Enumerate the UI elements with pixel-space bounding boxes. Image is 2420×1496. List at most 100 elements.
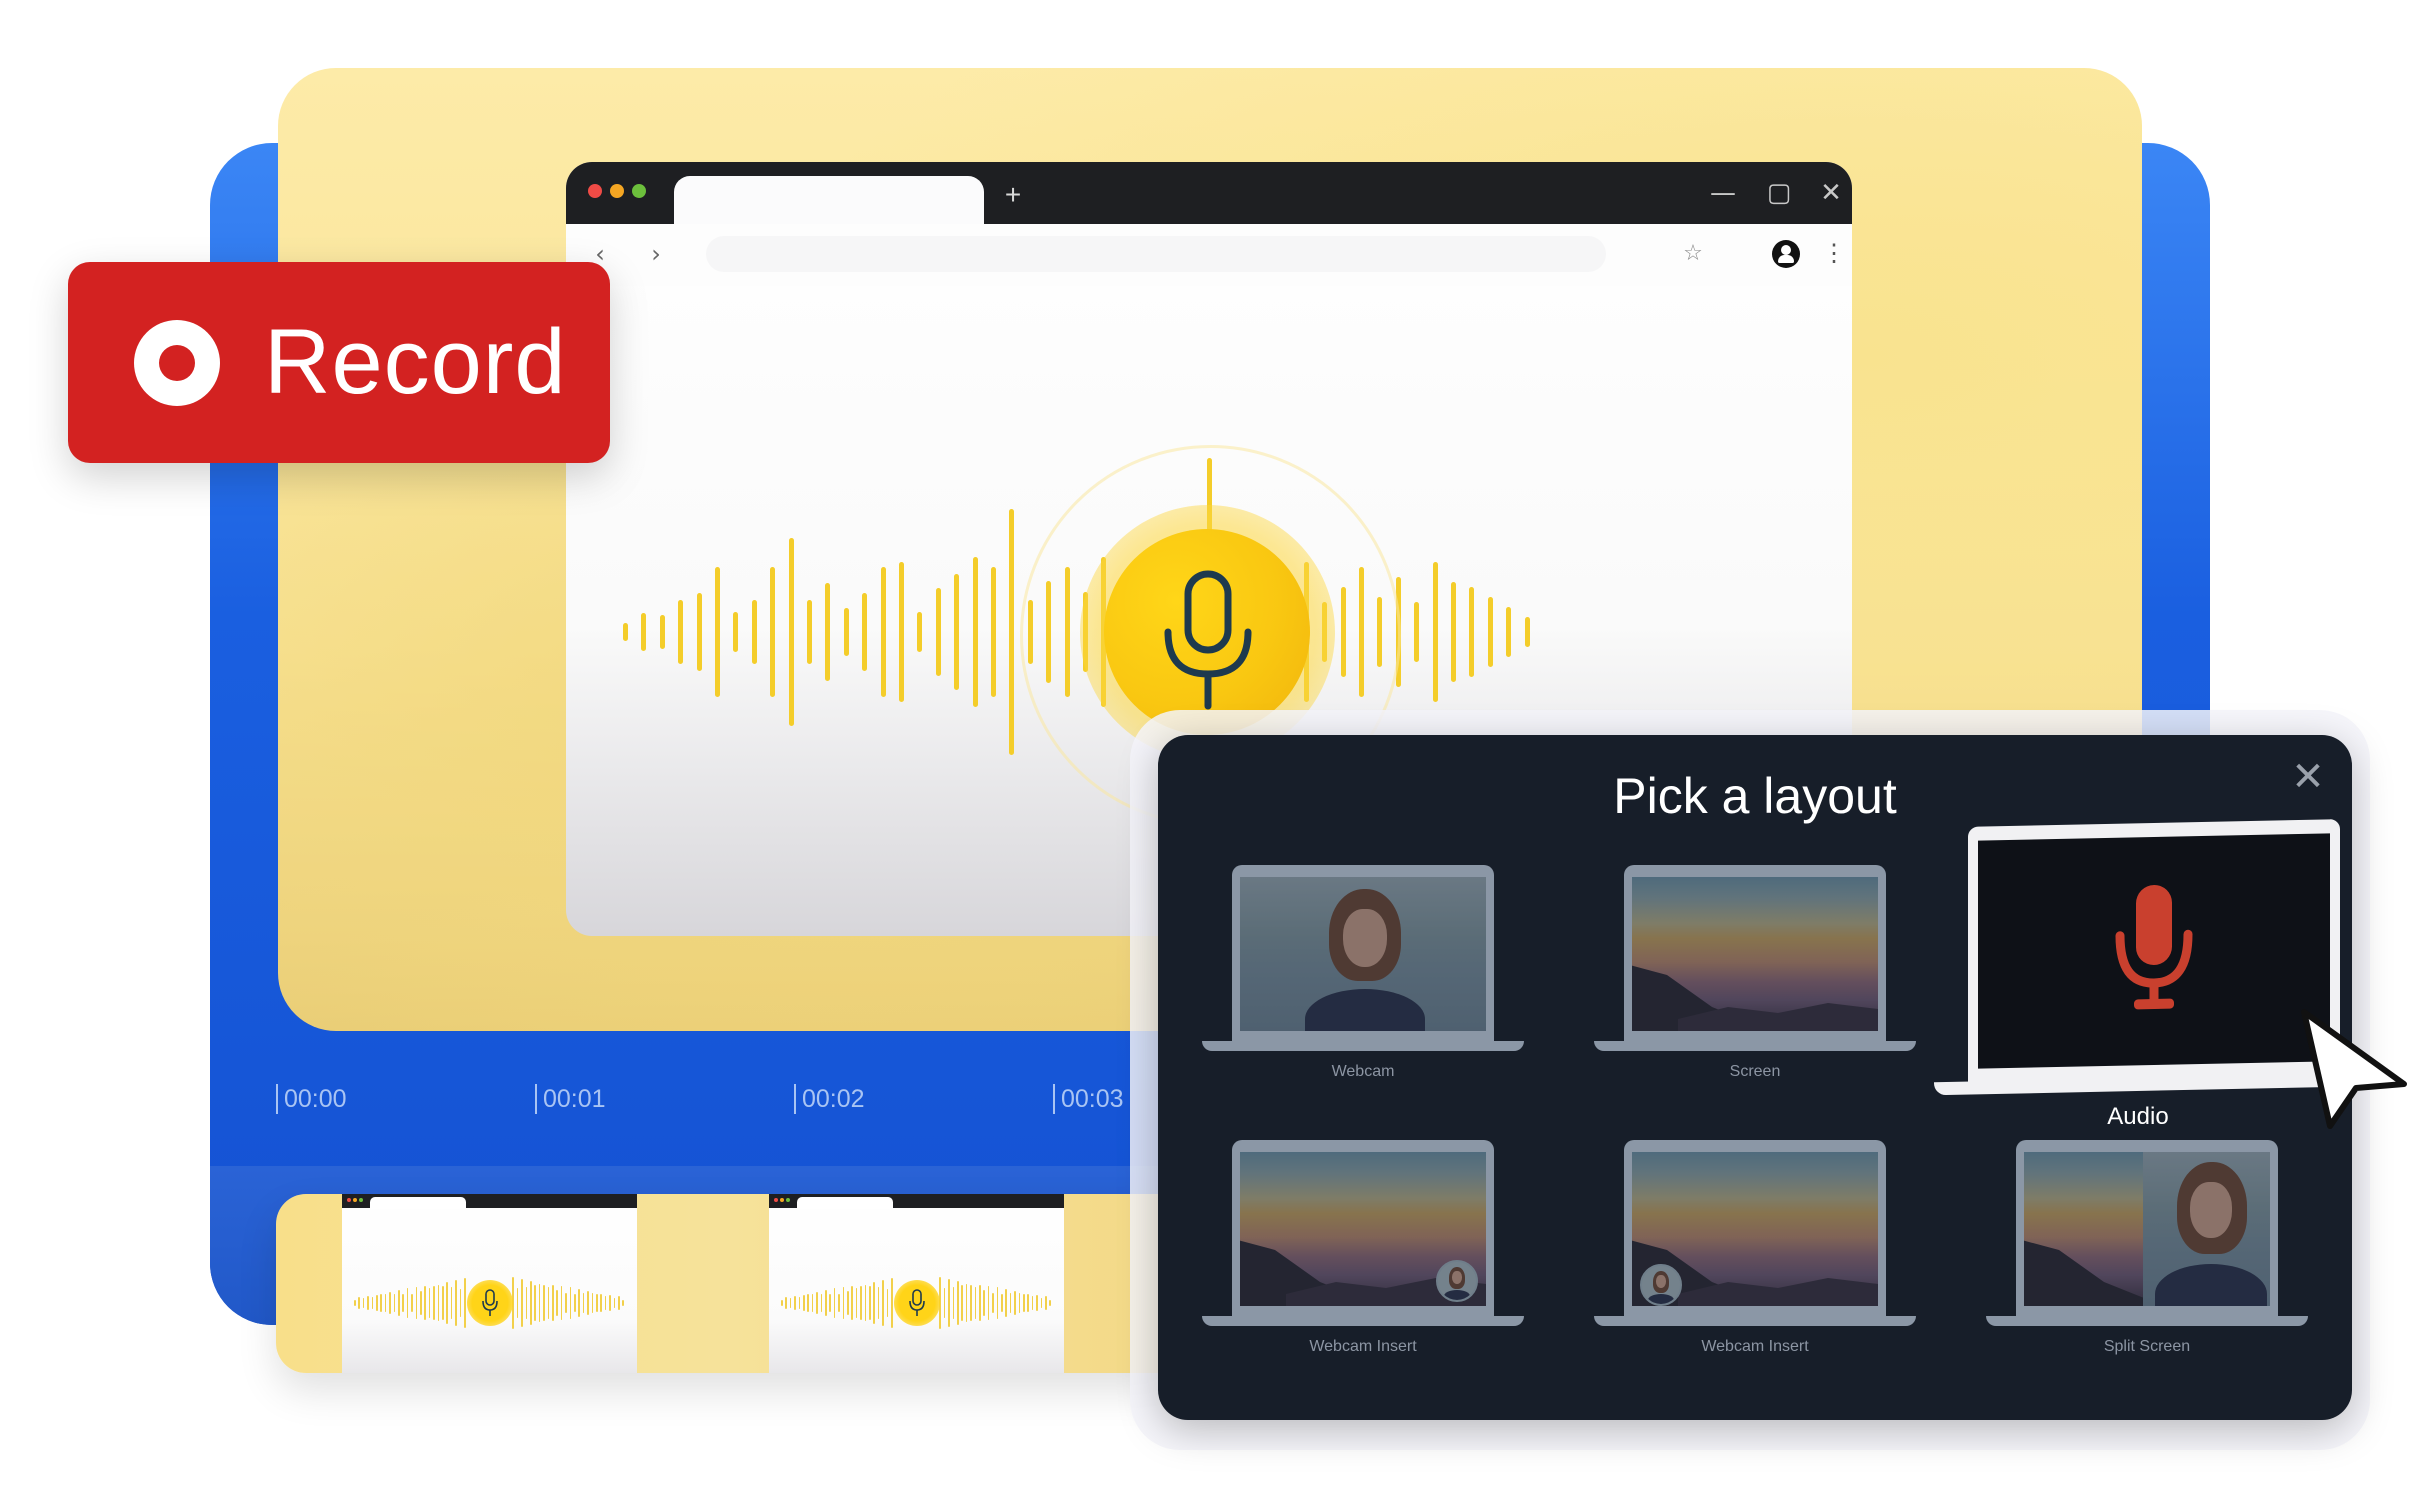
waveform-bar bbox=[788, 538, 794, 726]
timeline-frame-thumbnail[interactable] bbox=[769, 1194, 1064, 1373]
maximize-window-icon[interactable]: ▢ bbox=[1762, 176, 1796, 210]
thumb-waveform-bar bbox=[552, 1285, 554, 1321]
thumb-waveform-bar bbox=[869, 1286, 871, 1320]
thumb-waveform-bar bbox=[1040, 1298, 1043, 1308]
close-window-icon[interactable]: ✕ bbox=[1814, 176, 1848, 210]
thumb-waveform-bar bbox=[807, 1294, 809, 1312]
audio-preview bbox=[1978, 833, 2330, 1069]
thumb-waveform-bar bbox=[794, 1295, 796, 1311]
modal-title: Pick a layout bbox=[1613, 768, 1897, 824]
layout-label: Webcam Insert bbox=[1309, 1338, 1417, 1355]
timeline-tick[interactable]: 00:00 bbox=[276, 1084, 347, 1114]
thumb-waveform-bar bbox=[622, 1299, 624, 1307]
timeline-thumbnail-strip[interactable] bbox=[276, 1194, 1176, 1373]
timeline-tick[interactable]: 00:02 bbox=[794, 1084, 865, 1114]
thumb-waveform-bar bbox=[582, 1293, 585, 1313]
waveform-bar bbox=[899, 562, 904, 702]
thumb-waveform-bar bbox=[1049, 1299, 1051, 1307]
thumb-waveform-bar bbox=[402, 1294, 404, 1312]
profile-avatar-icon[interactable] bbox=[1772, 240, 1800, 268]
thumb-waveform-bar bbox=[354, 1300, 356, 1306]
thumb-waveform-bar bbox=[433, 1285, 435, 1321]
browser-menu-icon[interactable]: ⋮ bbox=[1822, 238, 1846, 270]
timeline-frame-thumbnail[interactable] bbox=[342, 1194, 637, 1373]
laptop-lid bbox=[1232, 1140, 1494, 1318]
thumb-waveform-bar bbox=[847, 1290, 849, 1316]
zoom-dot-icon[interactable] bbox=[632, 184, 646, 198]
thumb-waveform-bar bbox=[1009, 1293, 1012, 1313]
thumb-waveform-bar bbox=[948, 1278, 950, 1328]
thumb-waveform-bar bbox=[530, 1281, 532, 1325]
waveform-bar bbox=[843, 608, 849, 656]
thumb-waveform-bar bbox=[411, 1293, 413, 1313]
minimize-window-icon[interactable]: — bbox=[1706, 176, 1740, 210]
thumb-waveform-bar bbox=[992, 1293, 994, 1313]
microphone-icon bbox=[1164, 570, 1252, 710]
waveform-bar bbox=[880, 567, 886, 697]
waveform-bar bbox=[1524, 617, 1530, 647]
thumb-waveform-bar bbox=[825, 1290, 827, 1316]
minimize-dot-icon[interactable] bbox=[610, 184, 624, 198]
layout-option-audio[interactable]: Audio bbox=[1934, 819, 2354, 1130]
waveform-bar bbox=[917, 612, 923, 652]
layout-label: Webcam Insert bbox=[1701, 1338, 1809, 1355]
timeline-tick[interactable]: 00:03 bbox=[1053, 1084, 1124, 1114]
layout-picker-modal: Pick a layout ✕ Webcam Screen Audio Webc… bbox=[1158, 735, 2352, 1420]
thumb-waveform-bar bbox=[556, 1290, 558, 1316]
thumb-waveform-bar bbox=[974, 1287, 977, 1319]
thumb-waveform-bar bbox=[415, 1286, 418, 1320]
browser-toolbar: ‹ › ☆ ⋮ bbox=[566, 224, 1852, 286]
address-bar[interactable] bbox=[706, 236, 1606, 272]
thumb-waveform-bar bbox=[516, 1288, 519, 1318]
close-icon[interactable]: ✕ bbox=[2288, 757, 2328, 797]
layout-option-webcam-insert[interactable]: Webcam Insert bbox=[1594, 1140, 1924, 1370]
thumb-waveform-bar bbox=[864, 1284, 867, 1322]
thumb-waveform-bar bbox=[450, 1287, 453, 1319]
thumb-waveform-bar bbox=[873, 1281, 875, 1325]
thumb-waveform-bar bbox=[455, 1279, 457, 1327]
thumb-waveform-bar bbox=[376, 1294, 378, 1312]
layout-option-split-screen[interactable]: Split Screen bbox=[1986, 1140, 2316, 1370]
waveform-bar bbox=[1487, 597, 1493, 667]
thumb-waveform-bar bbox=[538, 1284, 541, 1322]
close-dot-icon[interactable] bbox=[588, 184, 602, 198]
microphone-icon bbox=[482, 1289, 498, 1316]
thumb-waveform-bar bbox=[578, 1289, 580, 1317]
layout-label: Screen bbox=[1729, 1063, 1781, 1080]
layout-option-webcam[interactable]: Webcam bbox=[1202, 865, 1532, 1095]
forward-arrow-icon[interactable]: › bbox=[642, 238, 670, 270]
waveform-bar bbox=[659, 615, 665, 649]
layout-label: Split Screen bbox=[2103, 1338, 2191, 1355]
thumb-waveform-bar bbox=[833, 1288, 836, 1318]
thumb-waveform-bar bbox=[393, 1293, 396, 1313]
timeline-tick[interactable]: 00:01 bbox=[535, 1084, 606, 1114]
waveform-bar bbox=[715, 567, 720, 697]
laptop-base bbox=[1986, 1316, 2308, 1326]
record-button-label: Record bbox=[264, 311, 567, 413]
thumb-waveform-bar bbox=[604, 1295, 607, 1310]
thumb-waveform-bar bbox=[1027, 1293, 1029, 1313]
waveform-bar bbox=[1432, 562, 1438, 702]
bookmark-star-icon[interactable]: ☆ bbox=[1678, 238, 1708, 270]
thumb-waveform-bar bbox=[371, 1296, 374, 1310]
waveform-bar bbox=[641, 613, 647, 651]
record-button[interactable]: Record bbox=[68, 262, 610, 463]
waveform-bar bbox=[1009, 509, 1015, 755]
thumb-waveform-bar bbox=[464, 1277, 466, 1329]
thumb-waveform-bar bbox=[358, 1297, 360, 1309]
browser-tab[interactable] bbox=[674, 176, 984, 226]
layout-label: Webcam bbox=[1331, 1063, 1395, 1080]
waveform-bar bbox=[751, 600, 757, 664]
layout-option-screen[interactable]: Screen bbox=[1594, 865, 1924, 1095]
thumb-waveform-bar bbox=[1005, 1289, 1007, 1317]
laptop-lid bbox=[2016, 1140, 2278, 1318]
new-tab-button[interactable]: + bbox=[998, 180, 1028, 210]
thumb-waveform-bar bbox=[446, 1281, 448, 1325]
laptop-lid bbox=[1968, 819, 2340, 1084]
screen-preview bbox=[1240, 1152, 1486, 1306]
thumb-waveform-bar bbox=[428, 1287, 431, 1319]
layout-option-webcam-insert[interactable]: Webcam Insert bbox=[1202, 1140, 1532, 1370]
waveform-bar bbox=[696, 593, 702, 671]
thumb-waveform-bar bbox=[877, 1287, 880, 1319]
mouse-cursor-icon bbox=[2301, 1009, 2407, 1129]
